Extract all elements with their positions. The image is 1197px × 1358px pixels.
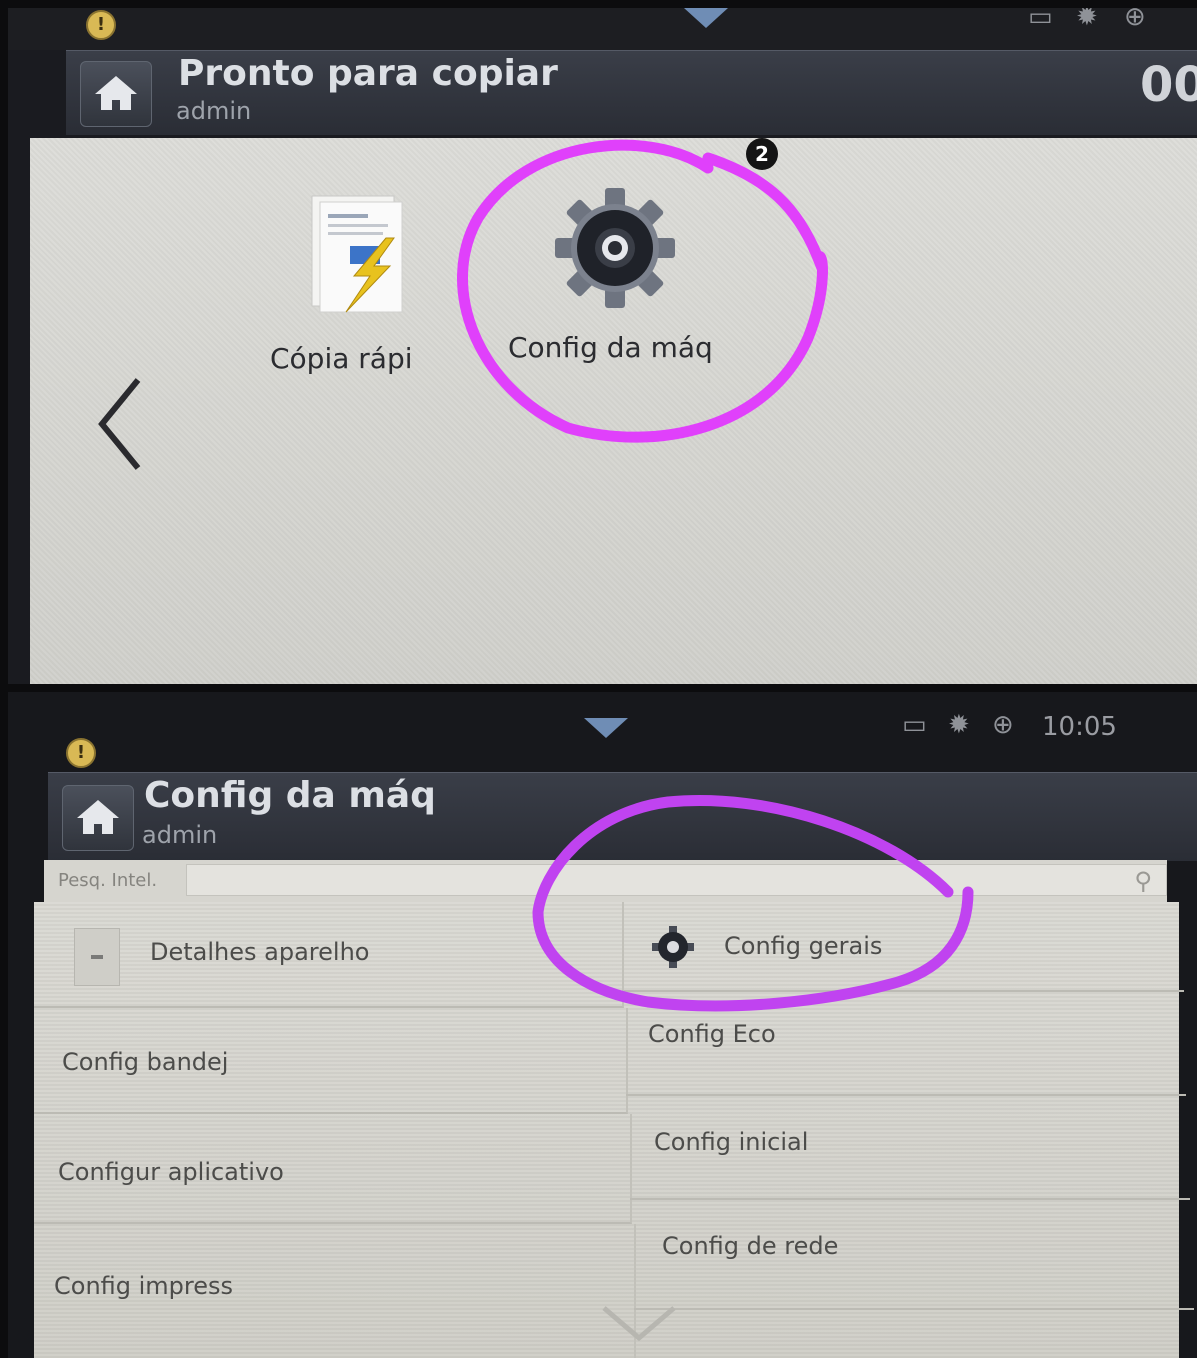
gear-icon [555, 188, 675, 308]
menu-label: Config bandej [62, 1048, 229, 1076]
menu-item-initial-settings[interactable]: Config inicial [630, 1096, 1190, 1200]
home-button[interactable] [80, 61, 152, 127]
search-icon[interactable]: ⚲ [1134, 867, 1152, 895]
smart-search: Pesq. Intel. ⚲ [44, 860, 1167, 903]
clock: 10:05 [1042, 712, 1117, 742]
app-grid: Cópia rápi Config da máq 2 [30, 138, 1197, 684]
chevron-down-icon[interactable] [684, 8, 728, 28]
home-button[interactable] [62, 785, 134, 851]
tray-icon: ▭ [1028, 8, 1053, 32]
user-name: admin [176, 97, 252, 125]
step-badge: 2 [746, 138, 778, 170]
menu-label: Config de rede [662, 1232, 839, 1260]
eco-sun-icon: ✹ [948, 710, 970, 740]
app-machine-settings[interactable]: Config da máq [500, 183, 720, 373]
tray-icon: ▭ [902, 710, 927, 740]
page-title: Config da máq [144, 775, 436, 816]
menu-item-device-details[interactable]: Detalhes aparelho [34, 902, 624, 1008]
user-name: admin [142, 821, 218, 849]
home-icon [95, 76, 137, 110]
quick-copy-icon [311, 195, 403, 313]
chevron-left-icon[interactable] [92, 372, 152, 472]
home-icon [77, 800, 119, 834]
menu-item-tray-settings[interactable]: Config bandej [34, 1008, 628, 1114]
menu-item-network-settings[interactable]: Config de rede [634, 1200, 1194, 1310]
eco-sun-icon: ✹ [1076, 8, 1098, 32]
gear-icon [652, 926, 694, 968]
screen-machine-settings: ! ▭ ✹ ⊕ 10:05 Config da máq admin Pesq. … [8, 692, 1197, 1358]
app-header: Config da máq admin [48, 772, 1197, 861]
warning-icon[interactable]: ! [66, 738, 96, 768]
menu-label: Config gerais [724, 932, 883, 960]
menu-item-print-settings[interactable]: Config impress [34, 1224, 636, 1358]
search-label: Pesq. Intel. [58, 870, 158, 891]
status-bar: ! ▭ ✹ ⊕ [8, 8, 1197, 50]
screen-ready-to-copy: ! ▭ ✹ ⊕ Pronto para copiar admin 00 Cópi… [8, 8, 1197, 684]
search-input[interactable]: ⚲ [186, 864, 1167, 896]
app-quick-copy[interactable]: Cópia rápi [270, 188, 440, 378]
menu-item-general-settings[interactable]: Config gerais [624, 902, 1184, 992]
menu-label: Config inicial [654, 1128, 809, 1156]
app-header: Pronto para copiar admin 00 [66, 50, 1197, 135]
app-label: Config da máq [508, 331, 713, 364]
menu-item-app-settings[interactable]: Configur aplicativo [34, 1114, 632, 1224]
warning-icon[interactable]: ! [86, 10, 116, 40]
menu-label: Config Eco [648, 1020, 776, 1048]
menu-item-eco-settings[interactable]: Config Eco [626, 992, 1186, 1096]
status-bar: ! ▭ ✹ ⊕ 10:05 [8, 704, 1197, 774]
menu-label: Config impress [54, 1272, 234, 1300]
copy-counter: 00 [1140, 57, 1197, 113]
app-label: Cópia rápi [270, 342, 413, 375]
chevron-down-icon[interactable] [584, 718, 628, 738]
menu-label: Detalhes aparelho [150, 938, 370, 966]
globe-icon: ⊕ [992, 710, 1014, 740]
page-title: Pronto para copiar [178, 53, 558, 94]
device-icon [74, 928, 120, 986]
menu-label: Configur aplicativo [58, 1158, 284, 1186]
settings-menu: Detalhes aparelho Config bandej Configur… [34, 902, 1194, 1358]
globe-icon: ⊕ [1124, 8, 1146, 32]
chevron-down-icon[interactable] [594, 1298, 684, 1348]
